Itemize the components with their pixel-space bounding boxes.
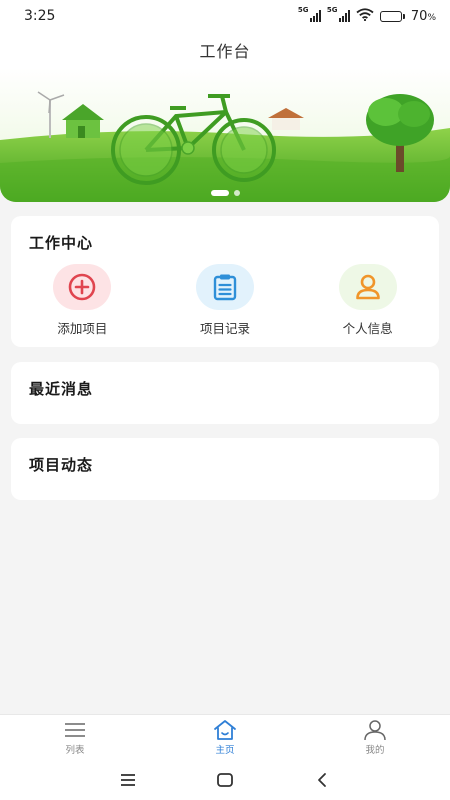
- tab-home[interactable]: 主页: [150, 715, 300, 760]
- home-square-icon: [217, 773, 233, 787]
- work-center-actions: 添加项目 项目记录 个人信息: [11, 264, 439, 337]
- add-project-button[interactable]: 添加项目: [11, 264, 154, 337]
- tab-list-label: 列表: [65, 745, 85, 756]
- signal-icon: 5G: [298, 6, 321, 22]
- recent-apps-button[interactable]: [108, 765, 148, 795]
- battery-icon: [379, 10, 405, 22]
- battery-percent: 70%: [410, 8, 436, 24]
- clock: 3:25: [24, 8, 56, 24]
- project-updates-title: 项目动态: [29, 456, 94, 474]
- personal-info-label: 个人信息: [342, 321, 393, 336]
- personal-info-button[interactable]: 个人信息: [296, 264, 439, 337]
- add-project-label: 添加项目: [57, 321, 108, 336]
- clipboard-list-icon: [213, 274, 237, 301]
- system-home-button[interactable]: [205, 765, 245, 795]
- wifi-icon: [356, 7, 374, 25]
- tab-mine[interactable]: 我的: [300, 715, 450, 760]
- bottom-tab-bar: 列表 主页 我的: [0, 714, 450, 760]
- carousel-dot-1[interactable]: [210, 190, 229, 196]
- menu-icon: [121, 774, 136, 786]
- banner-carousel[interactable]: [0, 68, 450, 202]
- carousel-dot-2[interactable]: [233, 190, 240, 196]
- carousel-indicator: [0, 190, 450, 196]
- system-back-button[interactable]: [302, 765, 342, 795]
- work-center-card: 工作中心 添加项目 项目记录 个人信息: [11, 216, 439, 347]
- list-icon: [65, 723, 85, 737]
- page-title: 工作台: [199, 42, 251, 61]
- user-icon: [355, 274, 380, 300]
- tab-home-label: 主页: [215, 745, 235, 756]
- project-updates-card[interactable]: 项目动态: [11, 438, 439, 500]
- profile-icon: [364, 720, 386, 741]
- recent-messages-card[interactable]: 最近消息: [11, 362, 439, 424]
- project-records-label: 项目记录: [200, 321, 251, 336]
- recent-messages-title: 最近消息: [29, 380, 94, 398]
- banner-image: [0, 68, 450, 202]
- project-records-button[interactable]: 项目记录: [154, 264, 297, 337]
- status-bar: 3:25 5G 5G 70%: [0, 0, 450, 32]
- tab-mine-label: 我的: [365, 745, 385, 756]
- signal-icon-2: 5G: [327, 6, 350, 22]
- home-icon: [214, 720, 236, 740]
- back-icon: [317, 773, 326, 787]
- network-type-label-2: 5G: [326, 6, 338, 14]
- system-nav-bar: [0, 760, 450, 800]
- page-title-bar: 工作台: [0, 32, 450, 68]
- status-icons: 5G 5G 70%: [298, 6, 436, 25]
- tab-list[interactable]: 列表: [0, 715, 150, 760]
- work-center-title: 工作中心: [29, 234, 94, 252]
- add-circle-icon: [69, 273, 96, 301]
- network-type-label: 5G: [297, 6, 309, 14]
